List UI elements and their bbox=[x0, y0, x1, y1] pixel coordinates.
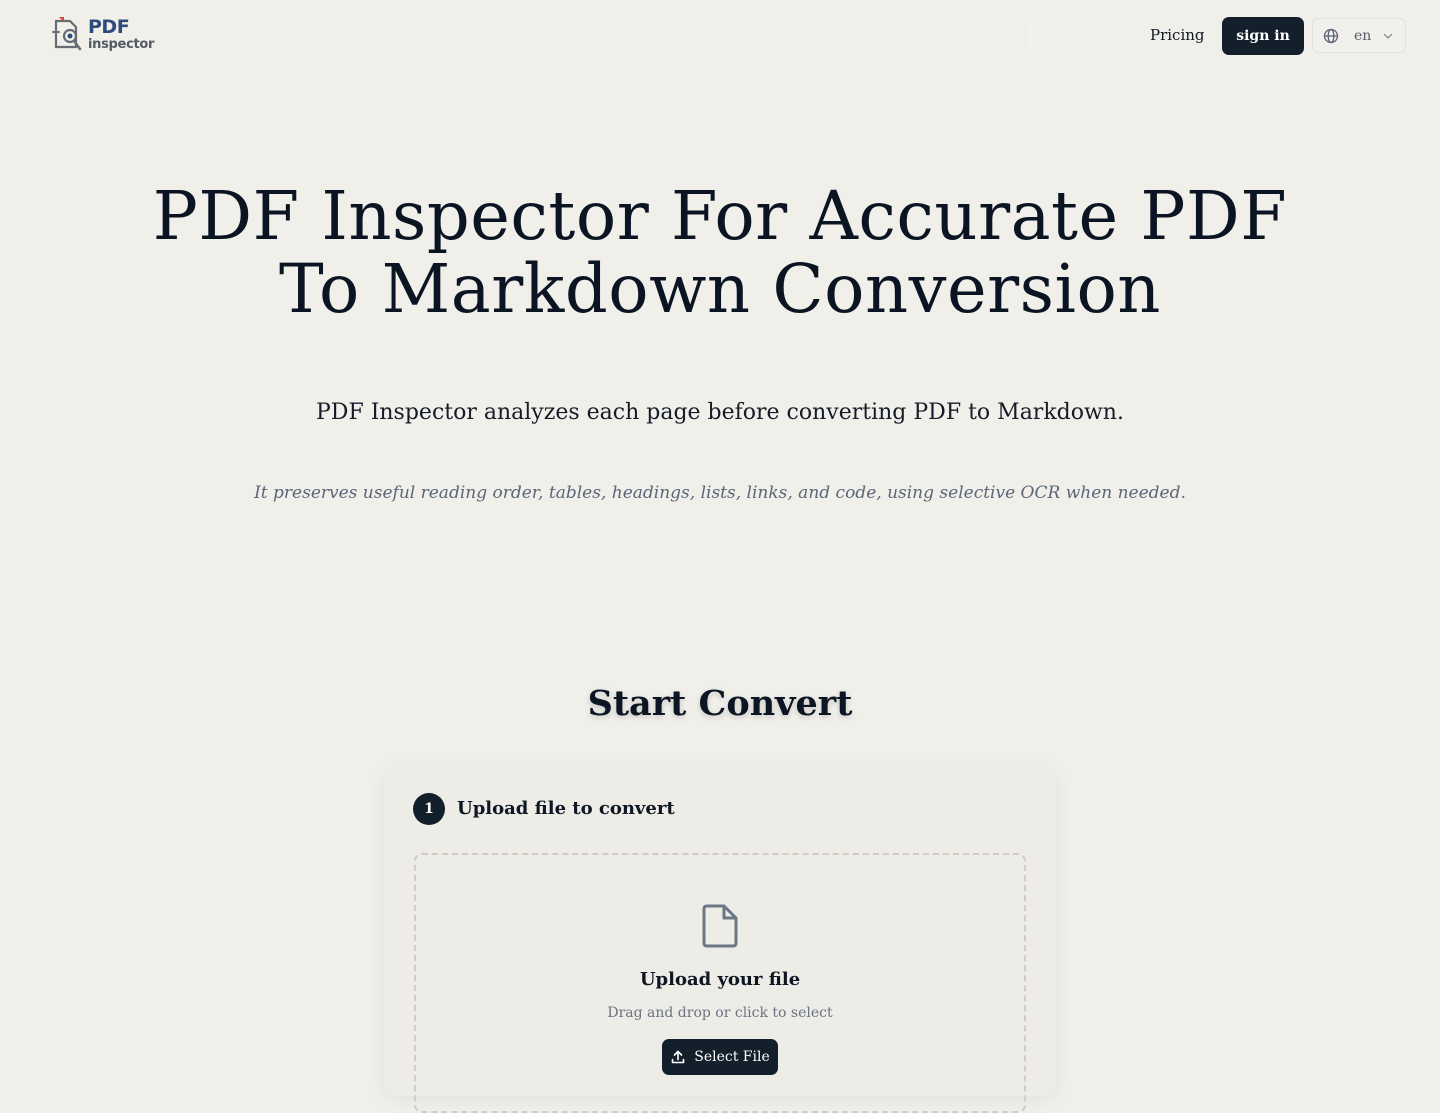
dropzone-hint: Drag and drop or click to select bbox=[607, 1005, 833, 1021]
sign-in-button[interactable]: sign in bbox=[1222, 17, 1304, 55]
hero-title: PDF Inspector For Accurate PDF To Markdo… bbox=[152, 177, 1288, 328]
select-file-button[interactable]: Select File bbox=[662, 1039, 778, 1075]
logo-word-pdf: PDF bbox=[88, 15, 130, 38]
step-title: Upload file to convert bbox=[457, 798, 675, 819]
pdf-magnifier-logo-icon bbox=[50, 14, 86, 54]
logo-word-inspector: inspector bbox=[88, 36, 155, 52]
language-select[interactable]: en bbox=[1312, 18, 1406, 53]
chevron-down-icon bbox=[1382, 30, 1394, 42]
site-header: PDF inspector Pricing sign in en bbox=[0, 0, 1440, 72]
select-file-label: Select File bbox=[694, 1049, 770, 1065]
hero-note: It preserves useful reading order, table… bbox=[254, 483, 1186, 503]
dropzone-title: Upload your file bbox=[639, 969, 801, 990]
upload-icon bbox=[670, 1049, 686, 1065]
convert-card: 1 Upload file to convert Upload your fil… bbox=[384, 766, 1056, 1113]
globe-icon bbox=[1323, 28, 1339, 44]
language-value: en bbox=[1354, 27, 1372, 44]
file-icon bbox=[700, 903, 740, 949]
nav-link-pricing[interactable]: Pricing bbox=[1150, 26, 1205, 44]
file-dropzone[interactable]: Upload your file Drag and drop or click … bbox=[414, 853, 1026, 1113]
step-number-badge: 1 bbox=[413, 793, 445, 825]
convert-section-title: Start Convert bbox=[587, 683, 853, 724]
header-center-glow bbox=[512, 8, 1028, 66]
hero-subtitle: PDF Inspector analyzes each page before … bbox=[316, 400, 1124, 425]
logo-wordmark: PDF inspector bbox=[88, 15, 155, 52]
logo[interactable]: PDF inspector bbox=[50, 14, 154, 54]
